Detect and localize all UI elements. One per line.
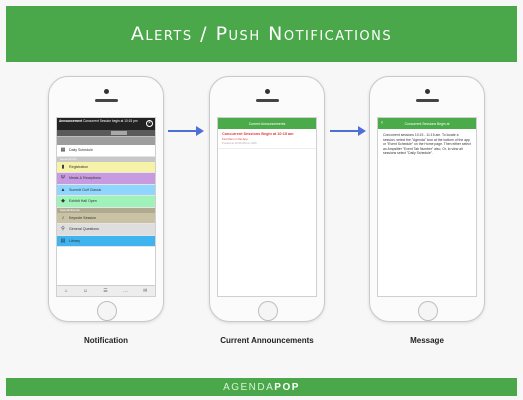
mountain-icon: ▲: [60, 186, 66, 193]
speaker-icon: [416, 99, 439, 102]
back-icon[interactable]: ‹: [381, 120, 383, 126]
menu-item[interactable]: Ψ Meals & Receptions: [57, 173, 155, 185]
screen-message: ‹ Concurrent Sessions Begin at Concurren…: [377, 117, 477, 297]
library-icon: ▤: [60, 237, 66, 244]
menu-item[interactable]: ▮ Registration: [57, 161, 155, 173]
page-title: Alerts / Push Notifications: [130, 23, 393, 45]
menu-item[interactable]: ▲ Summit Golf Classic: [57, 184, 155, 196]
header-banner: Alerts / Push Notifications: [6, 6, 517, 62]
message-body: Concurrent sessions 10:15 - 11:15 am. To…: [383, 133, 471, 156]
menu-item[interactable]: ◆ Exhibit Hall Open: [57, 196, 155, 208]
speaker-icon: [95, 99, 118, 102]
message-title-bar: ‹ Concurrent Sessions Begin at: [378, 118, 476, 129]
phone-announcements: Current Announcements Concurrent Session…: [209, 76, 325, 322]
announcements-title: Current Announcements: [248, 121, 286, 126]
announcements-title-bar: Current Announcements: [218, 118, 316, 129]
notification-label: Announcement: [59, 119, 83, 123]
menu-item[interactable]: ♪ Keynote Session: [57, 212, 155, 224]
tab-bar: [57, 130, 155, 136]
info-icon: ▮: [61, 163, 65, 170]
bottom-tab-icon[interactable]: ☰: [103, 288, 107, 294]
caption-current-announcements: Current Announcements: [220, 336, 314, 345]
bottom-tab-icon[interactable]: ✉: [143, 288, 147, 294]
caption-notification: Notification: [84, 336, 128, 345]
menu-item[interactable]: ▦ Daily Schedule: [57, 145, 155, 157]
menu-item-label: Daily Schedule: [69, 148, 93, 153]
bottom-tab-icon[interactable]: …: [123, 288, 128, 294]
menu-item-label: Library: [69, 238, 80, 243]
menu-header: [57, 136, 155, 145]
screen-notification: Announcement Concurrent Session begin at…: [56, 117, 156, 297]
speaker-icon: [256, 99, 279, 102]
screen-announcements: Current Announcements Concurrent Session…: [217, 117, 317, 297]
bottom-tab-icon[interactable]: ☺: [83, 288, 88, 294]
notification-text: Concurrent Session begin at 10:15 pm: [83, 119, 138, 123]
exhibit-icon: ◆: [61, 198, 65, 205]
tab-handle[interactable]: [111, 131, 127, 135]
phone-message: ‹ Concurrent Sessions Begin at Concurren…: [369, 76, 485, 322]
bottom-tab-bar: ⌂ ☺ ☰ … ✉: [57, 285, 155, 296]
menu-item-label: Keynote Session: [69, 215, 96, 220]
close-icon[interactable]: ×: [146, 120, 153, 127]
fork-knife-icon: Ψ: [60, 175, 66, 182]
menu-item-label: Meals & Receptions: [69, 176, 101, 181]
brand-logo: AGENDAPOP: [223, 382, 300, 393]
home-button[interactable]: [418, 301, 438, 321]
home-button[interactable]: [258, 301, 278, 321]
notification-banner[interactable]: Announcement Concurrent Session begin at…: [57, 118, 155, 130]
menu-item-label: Exhibit Hall Open: [69, 199, 97, 204]
arrow-icon: [330, 126, 366, 136]
calendar-icon: ▦: [60, 147, 66, 154]
brand-suffix: POP: [274, 381, 300, 393]
speaker-icon: ♪: [61, 214, 65, 221]
phone-notification: Announcement Concurrent Session begin at…: [48, 76, 164, 322]
menu-item-label: Registration: [69, 164, 89, 169]
message-title: Concurrent Sessions Begin at: [404, 121, 450, 126]
menu-item-label: General Questions: [69, 227, 99, 232]
camera-icon: [104, 89, 109, 94]
camera-icon: [265, 89, 270, 94]
home-button[interactable]: [97, 301, 117, 321]
announcement-item[interactable]: Concurrent Sessions Begin at 10:15 am Fi…: [218, 129, 316, 149]
brand-prefix: AGENDA: [223, 381, 275, 393]
camera-icon: [425, 89, 430, 94]
slide: Alerts / Push Notifications Announcement…: [0, 0, 523, 400]
arrow-icon: [168, 126, 204, 136]
announcement-date: Posted at 10:00 AM on 4/20: [222, 141, 257, 145]
bottom-tab-icon[interactable]: ⌂: [65, 288, 68, 294]
search-icon: ⚲: [61, 226, 65, 233]
menu-list: ▦ Daily Schedule General Info ▮ Registration…: [57, 145, 155, 247]
menu-item[interactable]: ▤ Library: [57, 235, 155, 247]
footer-banner: AGENDAPOP: [6, 378, 517, 396]
menu-item-label: Summit Golf Classic: [69, 187, 102, 192]
menu-item[interactable]: ⚲ General Questions: [57, 224, 155, 236]
caption-message: Message: [410, 336, 444, 345]
